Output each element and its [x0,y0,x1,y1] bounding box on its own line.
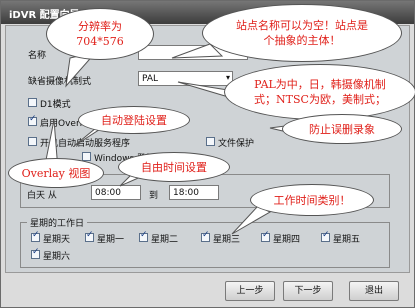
annotation-resolution: 分辨率为704*576 [46,8,154,60]
annotation-protect: 防止误删录象 [282,114,402,144]
annotation-worktime: 工作时间类别！ [250,184,374,216]
annotation-autologin: 自动登陆设置 [78,106,190,134]
annotation-pal: PAL为中，日，韩摄像机制式；NTSC为欧，美制式； [224,64,415,120]
annotation-overlay: Overlay 视图 [8,158,104,188]
annotation-station: 站点名称可以为空！站点是个抽象的主体！ [202,4,402,62]
annotation-timeset: 自由时间设置 [118,152,230,182]
